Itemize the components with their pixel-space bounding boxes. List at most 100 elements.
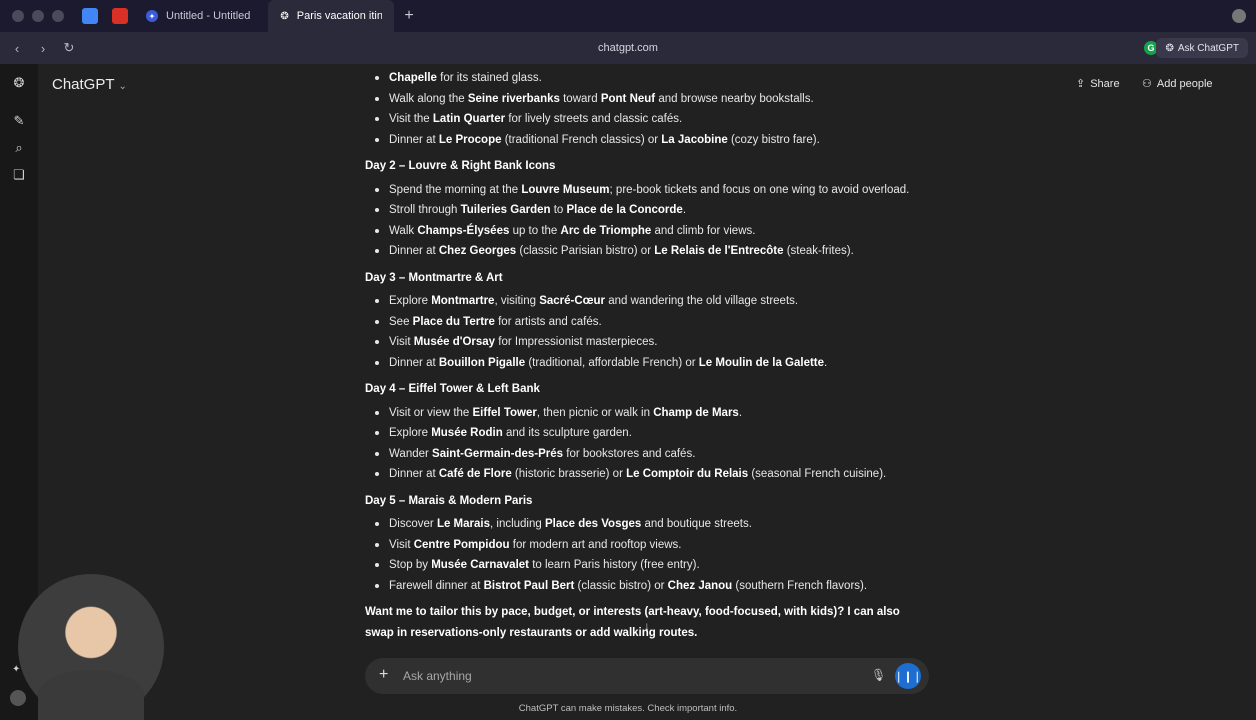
place-name: Café de Flore (438, 468, 512, 480)
place-name: Champs-Élysées (417, 224, 510, 237)
place-name: Arc de Triomphe (560, 224, 652, 237)
scroll-down-icon[interactable]: ↓ (639, 619, 655, 635)
item-text: Discover (389, 518, 437, 530)
profile-avatar[interactable] (1232, 9, 1246, 23)
item-text: Walk (389, 224, 418, 237)
assistant-message: Chapelle for its stained glass. Walk alo… (365, 64, 925, 656)
sparkle-icon[interactable]: ✦ (12, 664, 20, 675)
add-people-label: Add people (1156, 77, 1213, 90)
place-name: Le Relais de l'Entrecôte (654, 245, 784, 257)
prompt-input[interactable] (403, 667, 843, 685)
place-name: Place de la Concorde (566, 204, 683, 216)
calendar-tab-icon[interactable] (82, 8, 98, 24)
list-item: Walk Champs-Élysées up to the Arc de Tri… (375, 221, 925, 242)
place-name: Musée Rodin (431, 427, 503, 439)
item-text: , then picnic or walk in (536, 406, 654, 419)
item-text: Farewell dinner at (389, 579, 484, 592)
place-name: Chez Georges (438, 245, 517, 257)
item-text: Visit or view the (389, 406, 473, 419)
item-text: for Impressionist masterpieces. (495, 336, 658, 348)
place-name: Tuileries Garden (460, 204, 551, 216)
item-text: for its stained glass. (436, 72, 542, 84)
chatgpt-logo-icon[interactable]: ❂ (12, 76, 26, 90)
address-bar: chatgpt.com ‹ › ↻ G ❂ Ask ChatGPT (0, 32, 1256, 64)
user-avatar[interactable] (10, 690, 26, 706)
microphone-icon[interactable]: 🎙 (871, 668, 886, 684)
chevron-down-icon: ⌄ (118, 81, 127, 92)
list-item: Wander Saint-Germain-des-Prés for bookst… (375, 444, 925, 465)
maximize-window-button[interactable] (52, 10, 64, 22)
list-item: Explore Musée Rodin and its sculpture ga… (375, 423, 925, 444)
day-heading: Day 4 – Eiffel Tower & Left Bank (365, 383, 540, 395)
list-item: Dinner at Café de Flore (historic brasse… (375, 464, 925, 485)
composer: + 🎙 ❘❙❘ (365, 658, 929, 694)
item-text: (steak-frites). (783, 245, 854, 257)
item-text: and browse nearby bookstalls. (655, 92, 814, 105)
list-item: Dinner at Chez Georges (classic Parisian… (375, 241, 925, 262)
place-name: Latin Quarter (432, 113, 506, 125)
day-list: Spend the morning at the Louvre Museum; … (365, 180, 925, 262)
tab-untitled[interactable]: ✦ Untitled - Untitled (134, 0, 262, 32)
item-text: . (682, 204, 687, 216)
place-name: Louvre Museum (521, 183, 610, 196)
chatgpt-tab-icon: ❂ (280, 10, 289, 22)
list-item: Explore Montmartre, visiting Sacré-Cœur … (375, 291, 925, 312)
item-text: See (389, 315, 413, 328)
list-item: Visit or view the Eiffel Tower, then pic… (375, 403, 925, 424)
minimize-window-button[interactable] (32, 10, 44, 22)
library-icon[interactable]: ❏ (12, 168, 26, 182)
item-text: to learn Paris history (free entry). (529, 559, 700, 571)
item-text: Visit (389, 538, 414, 551)
ask-chatgpt-button[interactable]: ❂ Ask ChatGPT (1156, 38, 1248, 58)
day-heading: Day 3 – Montmartre & Art (365, 271, 503, 284)
add-attachment-icon[interactable]: + (379, 666, 388, 684)
item-text: and its sculpture garden. (502, 427, 632, 439)
ask-chatgpt-label: Ask ChatGPT (1177, 42, 1239, 54)
voice-mode-button[interactable]: ❘❙❘ (894, 663, 922, 689)
share-label: Share (1090, 77, 1120, 90)
list-item: See Place du Tertre for artists and café… (375, 312, 925, 333)
item-text: (classic bistro) or (574, 579, 668, 592)
new-chat-icon[interactable]: ✎ (12, 114, 26, 128)
list-item: Dinner at Le Procope (traditional French… (375, 130, 925, 151)
place-name: Seine riverbanks (467, 92, 560, 105)
window-controls (0, 10, 64, 22)
item-text: Wander (389, 447, 433, 460)
day-list: Discover Le Marais, including Place des … (365, 514, 925, 596)
place-name: Le Comptoir du Relais (626, 468, 749, 480)
search-icon[interactable]: ⌕ (12, 141, 26, 155)
item-text: up to the (509, 224, 561, 237)
item-text: . (824, 356, 828, 369)
item-text: (classic Parisian bistro) or (516, 245, 655, 257)
url-text[interactable]: chatgpt.com (0, 42, 1256, 54)
browser-titlebar: ✦ Untitled - Untitled ❂ Paris vacation i… (0, 0, 1256, 32)
item-text: for lively streets and classic cafés. (505, 113, 683, 125)
place-name: Pont Neuf (600, 92, 656, 105)
tab-paris-itinerary[interactable]: ❂ Paris vacation itinera (268, 0, 395, 32)
item-text: Explore (389, 295, 432, 307)
new-tab-button[interactable]: + (404, 7, 413, 25)
item-text: , including (490, 518, 545, 530)
list-item: Discover Le Marais, including Place des … (375, 514, 925, 535)
item-text: Visit (389, 336, 414, 348)
close-window-button[interactable] (12, 10, 24, 22)
place-name: Bouillon Pigalle (438, 356, 526, 369)
item-text: Dinner at (389, 245, 439, 257)
gmail-tab-icon[interactable] (112, 8, 128, 24)
notion-icon: ✦ (146, 10, 158, 22)
item-text: (traditional, affordable French) or (525, 356, 699, 369)
share-button[interactable]: ⇪ Share (1076, 77, 1120, 91)
add-people-button[interactable]: ⚇ Add people (1142, 77, 1213, 91)
tab-label: Paris vacation itinera (296, 10, 383, 22)
item-text: to (550, 204, 567, 216)
place-name: Place des Vosges (544, 518, 642, 530)
model-selector[interactable]: ChatGPT ⌄ (52, 76, 127, 93)
item-text: . (738, 406, 743, 419)
item-text: (cozy bistro fare). (727, 133, 820, 146)
item-text: Spend the morning at the (389, 183, 522, 196)
item-text: ; pre-book tickets and focus on one wing… (609, 183, 910, 196)
share-icon: ⇪ (1076, 78, 1086, 90)
place-name: Bistrot Paul Bert (483, 579, 575, 592)
item-text: Walk along the (389, 92, 468, 105)
place-name: Musée d'Orsay (413, 336, 496, 348)
